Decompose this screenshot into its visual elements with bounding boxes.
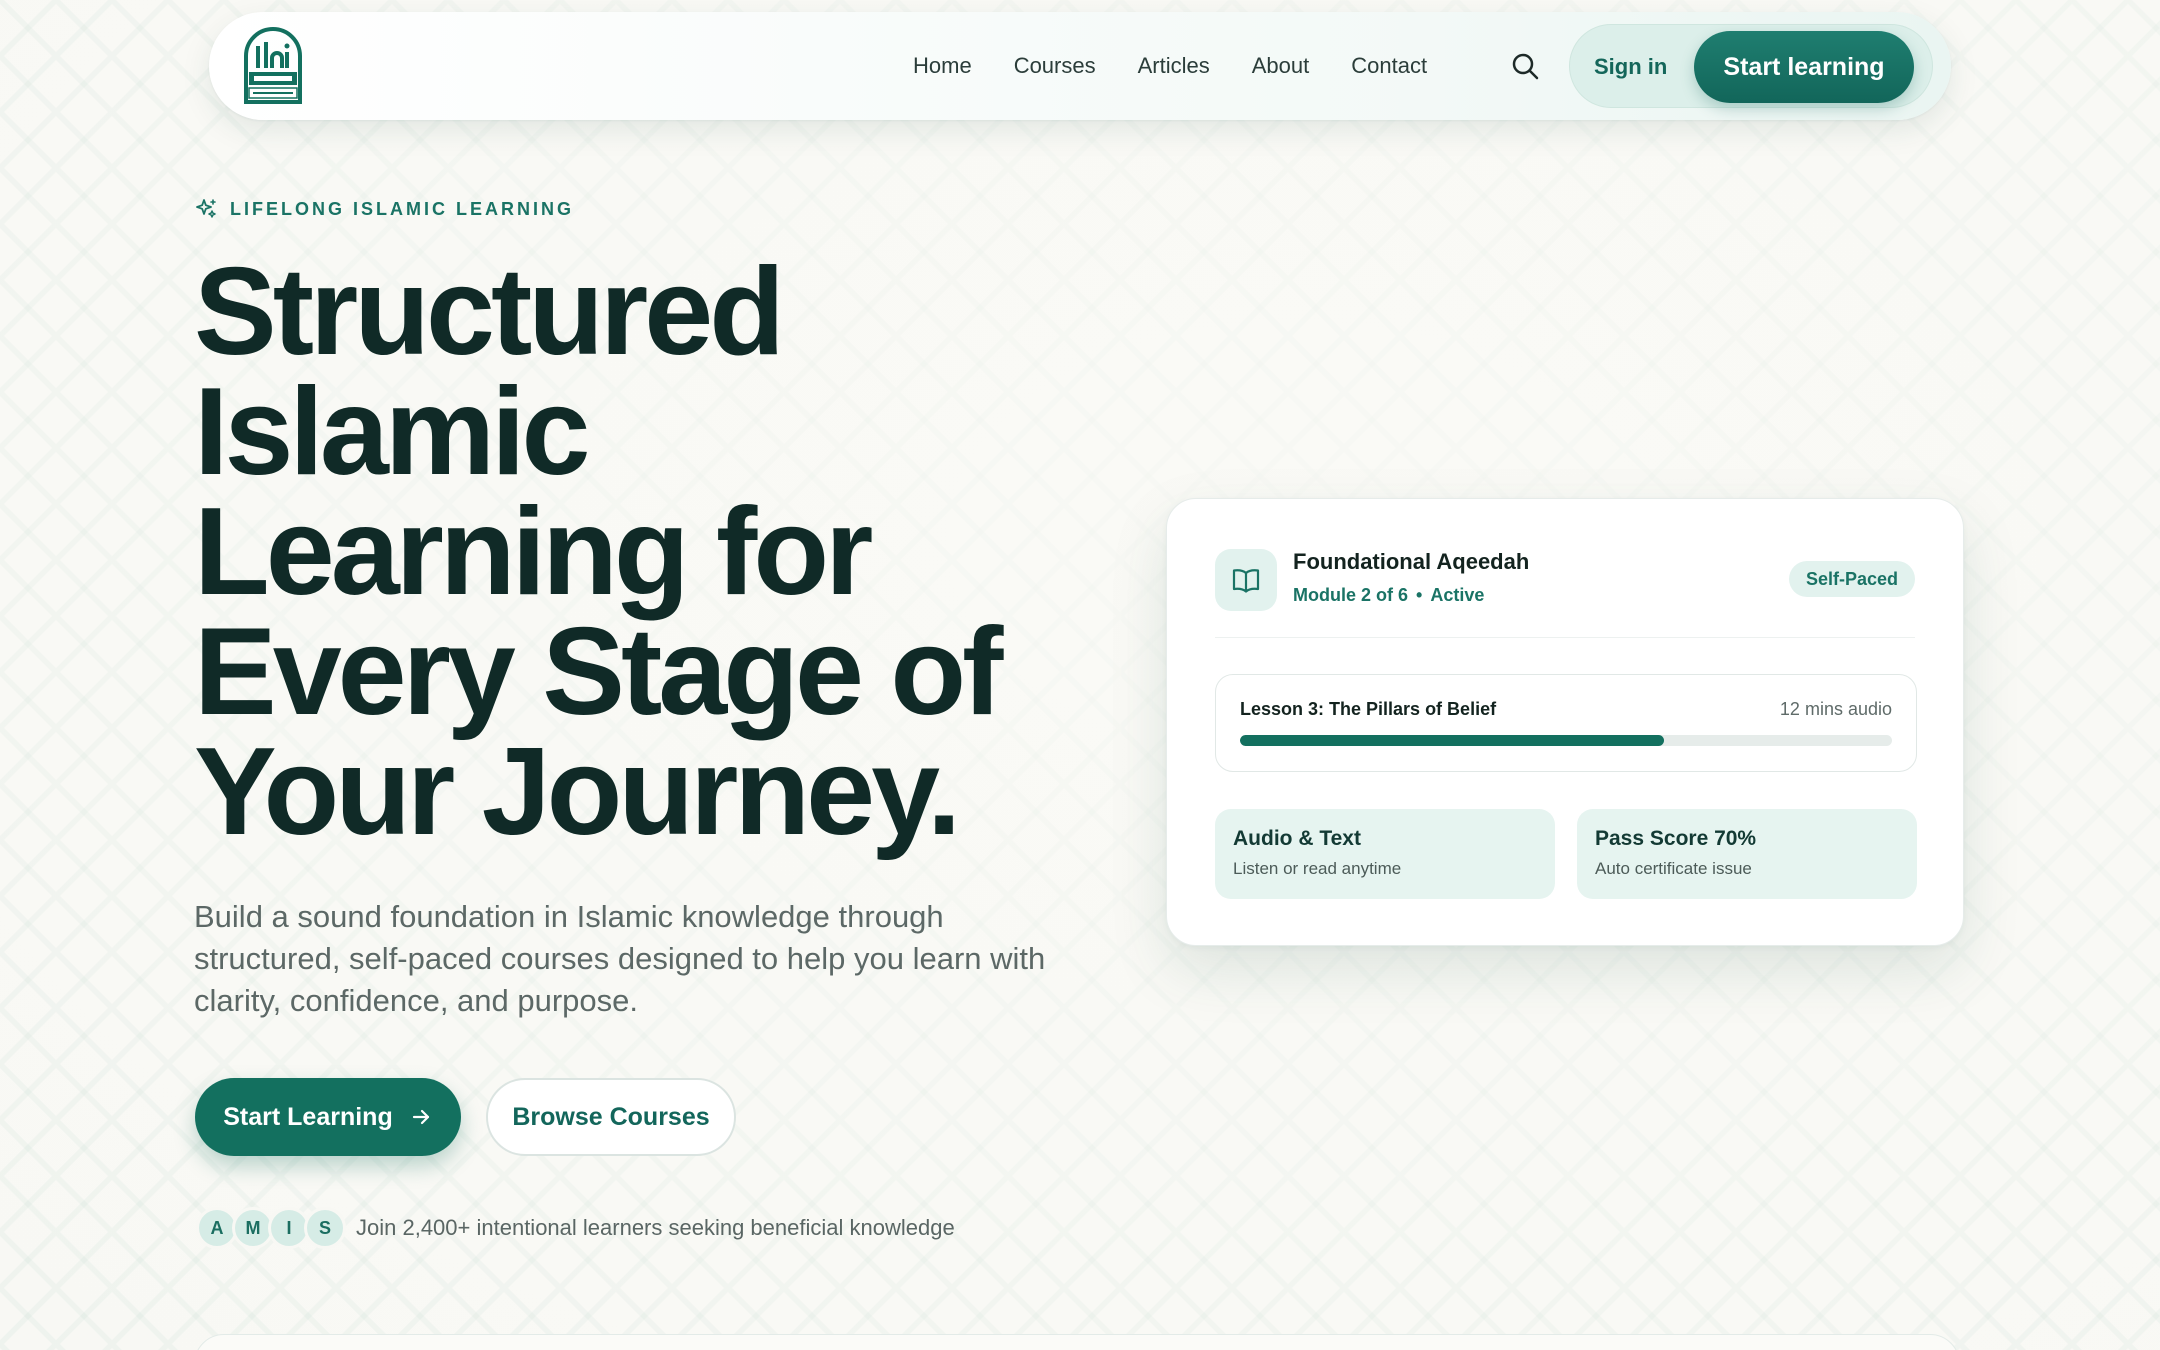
lesson-name: Lesson 3: The Pillars of Belief xyxy=(1240,699,1497,719)
browse-courses-button[interactable]: Browse Courses xyxy=(486,1078,736,1156)
social-proof-text: Join 2,400+ intentional learners seeking… xyxy=(356,1215,955,1240)
headline-line: Every Stage of xyxy=(194,603,1003,741)
feature-title: Audio & Text xyxy=(1233,827,1361,850)
nav-link-articles[interactable]: Articles xyxy=(1138,53,1210,79)
headline-line: Your Journey. xyxy=(194,723,961,861)
next-section-edge xyxy=(194,1334,1960,1350)
course-title: Foundational Aqeedah xyxy=(1293,549,1530,574)
feature-pass-score: Pass Score 70% Auto certificate issue xyxy=(1577,809,1917,899)
headline-line: Islamic xyxy=(194,363,591,501)
nav-link-home[interactable]: Home xyxy=(913,53,972,79)
ilm-forge-logo[interactable] xyxy=(240,26,306,106)
feature-description: Auto certificate issue xyxy=(1595,859,1752,878)
top-navbar: Home Courses Articles About Contact Sign… xyxy=(209,12,1951,120)
hero-headline: Structured Islamic Learning for Every St… xyxy=(194,243,1094,861)
module-progress: Module 2 of 6 xyxy=(1293,585,1409,605)
avatar-stack: A M I S xyxy=(196,1207,346,1249)
hero-eyebrow: LIFELONG ISLAMIC LEARNING xyxy=(194,196,574,222)
feature-description: Listen or read anytime xyxy=(1233,859,1402,878)
lesson-length: 12 mins audio xyxy=(1779,699,1892,719)
browse-courses-label: Browse Courses xyxy=(512,1102,710,1131)
self-paced-badge: Self-Paced xyxy=(1788,561,1915,597)
eyebrow-label: LIFELONG ISLAMIC LEARNING xyxy=(230,198,574,219)
nav-link-about[interactable]: About xyxy=(1252,53,1310,79)
lesson-progress-fill xyxy=(1240,735,1664,746)
course-preview-card: Foundational Aqeedah Module 2 of 6 • Activ… xyxy=(1166,498,1964,946)
social-proof: A M I S Join 2,400+ intentional learners… xyxy=(196,1206,955,1250)
headline-line: Structured xyxy=(194,243,785,381)
sign-in-button[interactable]: Sign in xyxy=(1594,25,1667,109)
hero-description: Build a sound foundation in Islamic know… xyxy=(194,899,1046,1018)
nav-link-courses[interactable]: Courses xyxy=(1014,53,1096,79)
search-icon[interactable] xyxy=(1509,50,1541,82)
avatar: S xyxy=(304,1207,346,1249)
nav-auth-group: Sign in Start learning xyxy=(1569,24,1933,108)
course-status: Active xyxy=(1430,585,1485,605)
feature-title: Pass Score 70% xyxy=(1595,827,1757,850)
start-learning-nav-button[interactable]: Start learning xyxy=(1694,31,1914,103)
nav-link-contact[interactable]: Contact xyxy=(1351,53,1427,79)
nav-links: Home Courses Articles About Contact xyxy=(913,12,1469,120)
separator-dot: • xyxy=(1416,585,1423,605)
book-open-icon xyxy=(1215,549,1277,611)
lesson-progress-bar xyxy=(1240,735,1892,746)
course-module-status: Module 2 of 6 • Active xyxy=(1293,585,1484,606)
feature-audio-text: Audio & Text Listen or read anytime xyxy=(1215,809,1555,899)
start-learning-label: Start Learning xyxy=(223,1102,393,1131)
lesson-progress-box[interactable]: Lesson 3: The Pillars of Belief 12 mins … xyxy=(1215,674,1917,772)
start-learning-button[interactable]: Start Learning xyxy=(195,1078,461,1156)
arrow-right-icon xyxy=(409,1105,433,1129)
sparkles-icon xyxy=(194,197,218,221)
card-divider xyxy=(1215,637,1915,638)
headline-line: Learning for xyxy=(194,483,873,621)
